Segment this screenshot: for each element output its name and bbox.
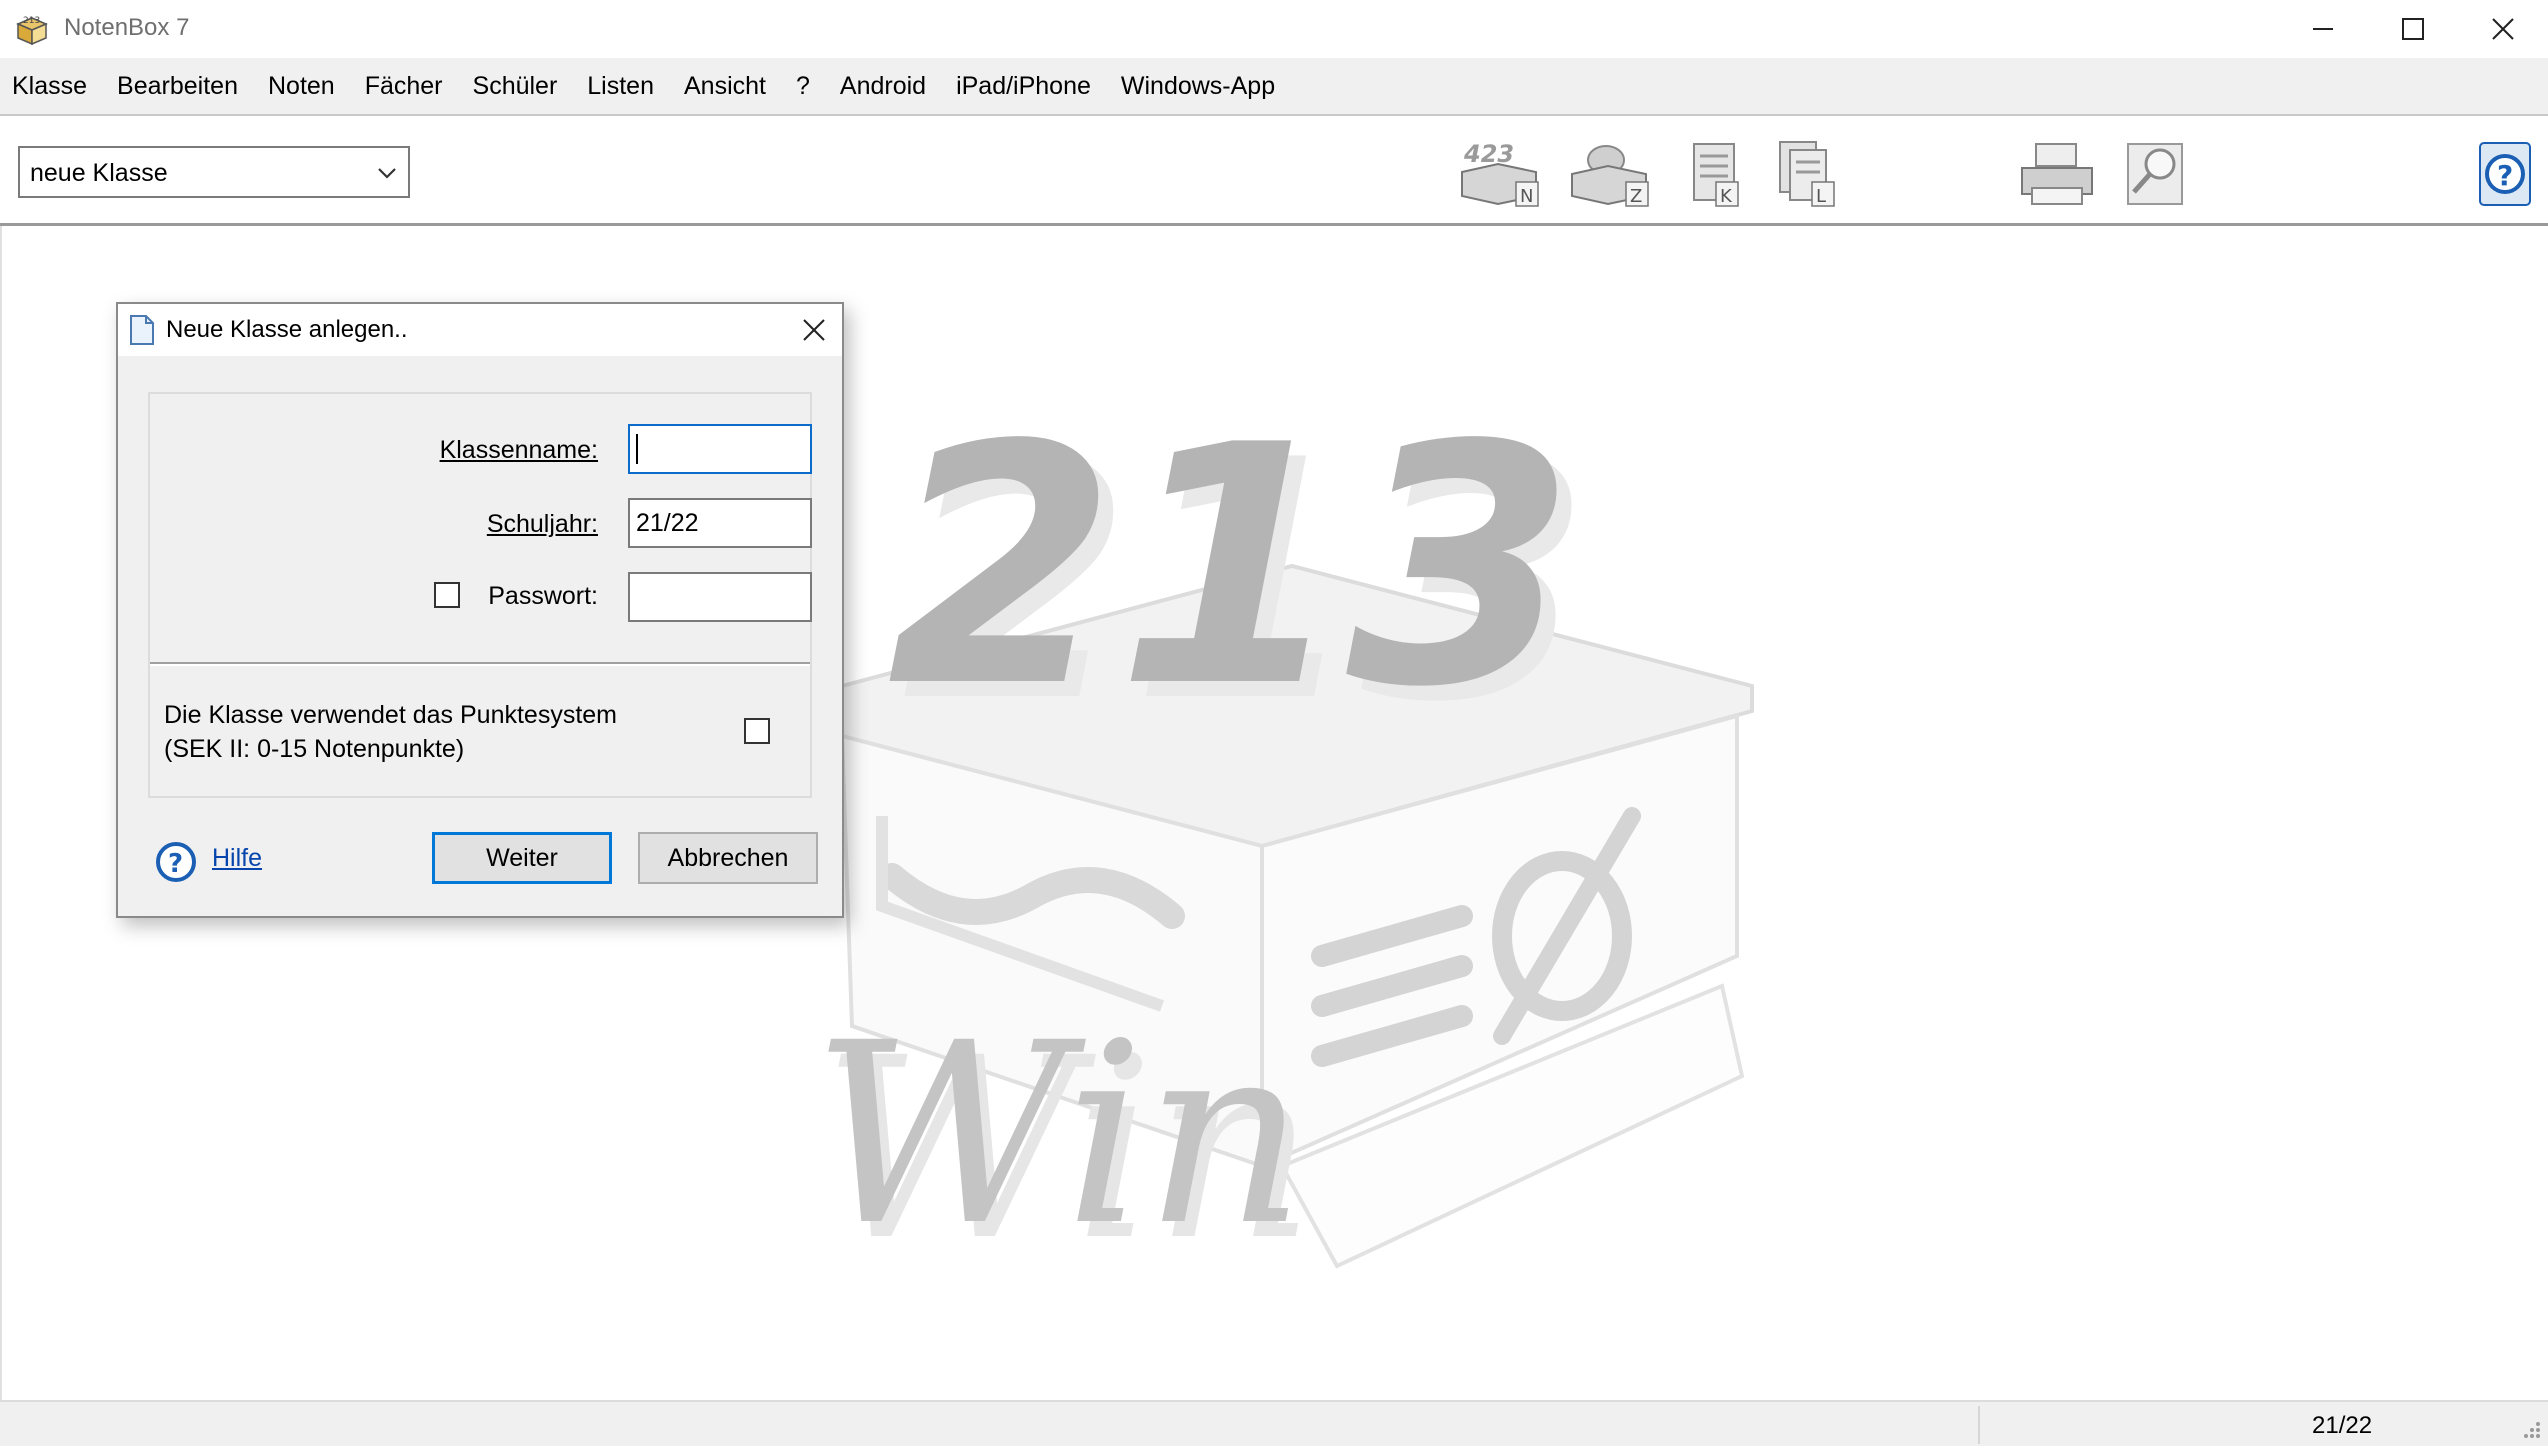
menu-ipad-iphone[interactable]: iPad/iPhone	[956, 72, 1091, 101]
maximize-icon	[2402, 18, 2424, 40]
schuljahr-value: 21/22	[636, 509, 699, 537]
svg-text:?: ?	[2497, 159, 2513, 192]
close-icon	[2492, 18, 2514, 40]
minimize-button[interactable]	[2278, 0, 2368, 58]
maximize-button[interactable]	[2368, 0, 2458, 58]
grades-entry-icon[interactable]: 423 N	[1458, 138, 1542, 210]
menu-android[interactable]: Android	[840, 72, 926, 101]
menu-klasse[interactable]: Klasse	[12, 72, 87, 101]
cancel-button[interactable]: Abbrechen	[638, 832, 818, 884]
help-question-icon[interactable]: ?	[154, 840, 198, 884]
new-class-dialog: Neue Klasse anlegen.. Klassenname: Schul…	[116, 302, 844, 918]
menu-windows-app[interactable]: Windows-App	[1121, 72, 1275, 101]
lists-icon[interactable]: L	[1776, 138, 1842, 210]
menu-bar: Klasse Bearbeiten Noten Fächer Schüler L…	[0, 58, 2548, 114]
menu-ansicht[interactable]: Ansicht	[684, 72, 766, 101]
preview-magnifier-icon[interactable]	[2124, 138, 2186, 210]
punktesystem-checkbox[interactable]	[744, 718, 770, 744]
menu-listen[interactable]: Listen	[587, 72, 654, 101]
group-divider	[150, 662, 810, 666]
menu-faecher[interactable]: Fächer	[365, 72, 443, 101]
chevron-down-icon	[378, 168, 396, 179]
svg-text:L: L	[1816, 186, 1826, 207]
dialog-title-bar: Neue Klasse anlegen..	[118, 304, 842, 356]
menu-schueler[interactable]: Schüler	[473, 72, 558, 101]
certificate-icon[interactable]: Z	[1568, 138, 1652, 210]
svg-text:K: K	[1720, 186, 1733, 207]
close-icon	[803, 319, 825, 341]
dialog-title: Neue Klasse anlegen..	[166, 316, 408, 343]
passwort-label: Passwort:	[488, 582, 598, 610]
class-select-dropdown[interactable]: neue Klasse	[18, 146, 410, 198]
status-separator	[1978, 1406, 1980, 1444]
title-bar: 213 NotenBox 7	[0, 0, 2548, 58]
svg-text:N: N	[1520, 186, 1533, 207]
printer-icon[interactable]	[2018, 138, 2098, 210]
schuljahr-label: Schuljahr:	[486, 510, 598, 538]
status-bar: 21/22	[0, 1400, 2548, 1446]
text-caret	[636, 434, 638, 464]
resize-grip-icon[interactable]	[2522, 1420, 2542, 1440]
svg-text:213: 213	[23, 16, 40, 26]
help-link[interactable]: Hilfe	[212, 844, 262, 873]
svg-text:?: ?	[168, 849, 183, 879]
watermark-number: 213	[887, 375, 1576, 759]
next-button[interactable]: Weiter	[432, 832, 612, 884]
svg-text:423: 423	[1463, 140, 1514, 168]
punktesystem-line1: Die Klasse verwendet das Punktesystem	[164, 701, 617, 729]
passwort-input[interactable]	[628, 572, 812, 622]
class-select-value: neue Klasse	[30, 159, 168, 187]
window-title: NotenBox 7	[64, 14, 190, 41]
menu-help-questionmark[interactable]: ?	[796, 72, 810, 101]
class-settings-group: Klassenname: Schuljahr: 21/22 Passwort: …	[148, 392, 812, 798]
klassenname-label: Klassenname:	[439, 436, 598, 464]
notenbox-watermark-logo: 213 213 Win Win	[812, 375, 1754, 1295]
status-school-year: 21/22	[2312, 1412, 2373, 1439]
watermark-win-text: Win	[812, 989, 1306, 1280]
svg-text:Z: Z	[1630, 186, 1642, 207]
close-window-button[interactable]	[2458, 0, 2548, 58]
schuljahr-input[interactable]: 21/22	[628, 498, 812, 548]
minimize-icon	[2313, 28, 2333, 30]
punktesystem-label: Die Klasse verwendet das Punktesystem (S…	[164, 698, 617, 766]
class-list-icon[interactable]: K	[1688, 138, 1748, 210]
help-icon[interactable]: ?	[2478, 138, 2532, 210]
menu-bearbeiten[interactable]: Bearbeiten	[117, 72, 238, 101]
passwort-checkbox[interactable]	[434, 582, 460, 608]
klassenname-input[interactable]	[628, 424, 812, 474]
dialog-close-button[interactable]	[784, 304, 842, 356]
toolbar: neue Klasse 423 N Z K L ?	[0, 114, 2548, 226]
menu-noten[interactable]: Noten	[268, 72, 335, 101]
punktesystem-line2: (SEK II: 0-15 Notenpunkte)	[164, 735, 465, 763]
document-icon	[130, 315, 154, 345]
notenbox-app-icon: 213	[14, 12, 50, 46]
